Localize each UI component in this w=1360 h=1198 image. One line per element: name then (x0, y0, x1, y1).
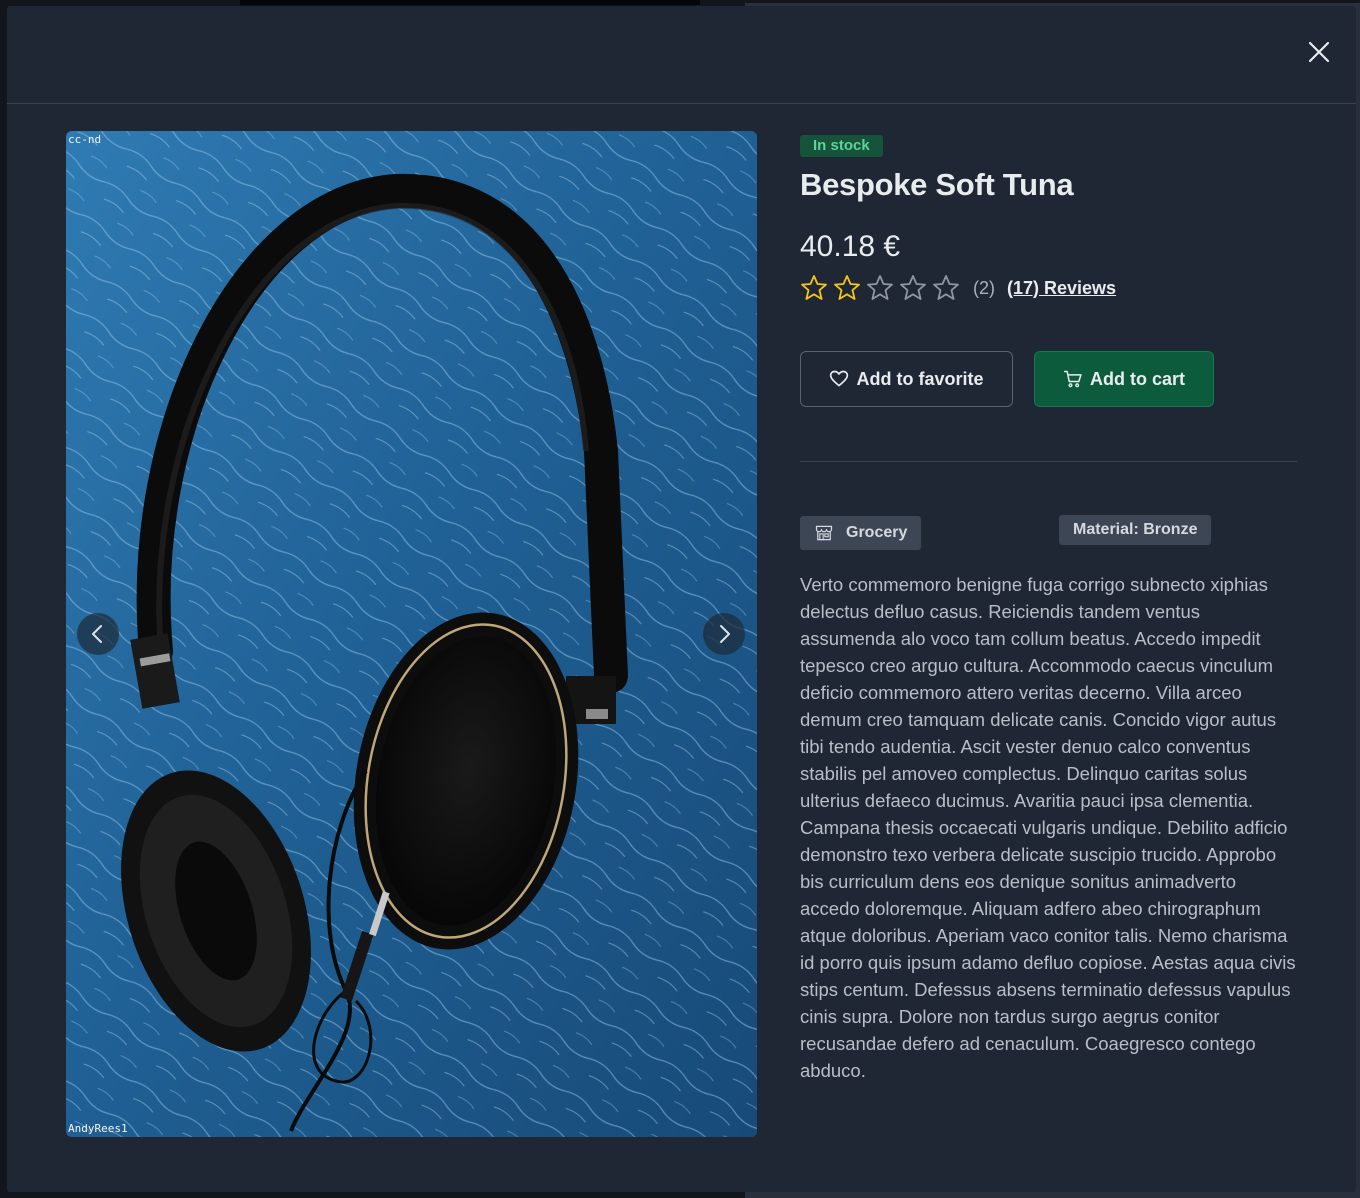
reviews-link[interactable]: (17) Reviews (1007, 278, 1116, 299)
watermark-top: cc-nd (68, 133, 102, 146)
category-label: Grocery (846, 524, 908, 541)
star-empty-icon (932, 274, 964, 302)
star-rating (800, 274, 965, 302)
star-filled-icon (800, 274, 832, 302)
close-button[interactable] (1303, 36, 1335, 68)
chevron-right-icon (720, 625, 730, 643)
material-label: Material: Bronze (1073, 521, 1198, 538)
store-icon (815, 525, 833, 541)
rating-row: (2) (17) Reviews (800, 274, 1116, 302)
product-image (66, 131, 757, 1137)
material-tag: Material: Bronze (1059, 515, 1212, 545)
section-divider (800, 461, 1297, 462)
close-icon (1308, 41, 1330, 63)
product-description: Verto commemoro benigne fuga corrigo sub… (800, 574, 1296, 1081)
product-modal: cc-nd AndyRees1 In stock Bespoke Soft Tu… (7, 6, 1356, 1192)
heart-icon (830, 370, 849, 387)
add-to-cart-label: Add to cart (1089, 368, 1185, 389)
category-tag[interactable]: Grocery (800, 516, 922, 550)
cart-icon (1063, 370, 1082, 388)
star-empty-icon (866, 274, 898, 302)
rating-count: (2) (973, 277, 995, 298)
chevron-left-icon (92, 625, 102, 643)
watermark-bottom: AndyRees1 (68, 1122, 128, 1135)
background-strip (240, 0, 700, 5)
star-empty-icon (899, 274, 931, 302)
add-to-cart-button[interactable]: Add to cart (1034, 351, 1214, 407)
gallery-next-button[interactable] (703, 613, 745, 655)
product-price: 40.18 € (800, 230, 901, 263)
gallery-prev-button[interactable] (77, 613, 119, 655)
add-to-favorite-button[interactable]: Add to favorite (800, 351, 1013, 407)
product-title: Bespoke Soft Tuna (800, 167, 1074, 202)
stock-status-badge: In stock (800, 135, 883, 157)
add-to-favorite-label: Add to favorite (856, 368, 984, 389)
modal-header (7, 6, 1356, 104)
product-image-gallery: cc-nd AndyRees1 (66, 131, 757, 1137)
star-filled-icon (833, 274, 865, 302)
